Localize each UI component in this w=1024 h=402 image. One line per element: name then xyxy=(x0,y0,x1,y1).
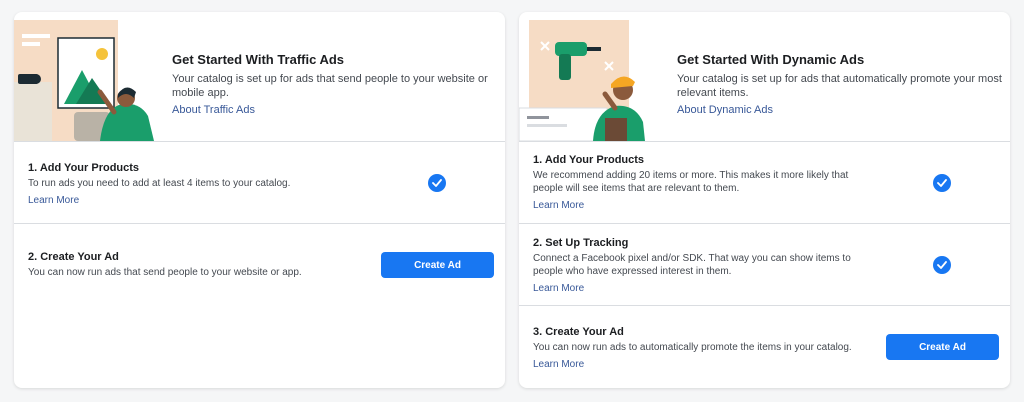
dynamic-ads-description: Your catalog is set up for ads that auto… xyxy=(677,73,1002,99)
dynamic-ads-card: Get Started With Dynamic Ads Your catalo… xyxy=(519,12,1010,388)
dynamic-ads-header: Get Started With Dynamic Ads Your catalo… xyxy=(519,12,1010,141)
dynamic-step-2-title: 2. Set Up Tracking xyxy=(533,237,629,249)
check-circle-icon xyxy=(428,174,446,192)
dynamic-step-3-description: You can now run ads to automatically pro… xyxy=(533,342,852,353)
dynamic-step-3-learn-more-link[interactable]: Learn More xyxy=(533,358,584,371)
traffic-ads-intro: Get Started With Traffic Ads Your catalo… xyxy=(172,52,502,118)
dynamic-step-create-ad: 3. Create Your Ad You can now run ads to… xyxy=(519,305,1010,388)
dynamic-ads-intro: Get Started With Dynamic Ads Your catalo… xyxy=(677,52,1007,118)
about-traffic-ads-link[interactable]: About Traffic Ads xyxy=(172,104,255,116)
traffic-create-ad-button[interactable]: Create Ad xyxy=(381,252,494,278)
dynamic-step-3-title: 3. Create Your Ad xyxy=(533,326,624,338)
traffic-ads-description: Your catalog is set up for ads that send… xyxy=(172,73,488,99)
about-dynamic-ads-link[interactable]: About Dynamic Ads xyxy=(677,104,773,116)
traffic-step-1-text: 1. Add Your Products To run ads you need… xyxy=(28,162,348,208)
traffic-ads-card: Get Started With Traffic Ads Your catalo… xyxy=(14,12,505,388)
dynamic-step-1-text: 1. Add Your Products We recommend adding… xyxy=(533,154,853,213)
traffic-ads-illustration xyxy=(14,20,154,141)
traffic-ads-header: Get Started With Traffic Ads Your catalo… xyxy=(14,12,505,141)
traffic-step-add-products: 1. Add Your Products To run ads you need… xyxy=(14,141,505,224)
check-circle-icon xyxy=(933,174,951,192)
dynamic-ads-illustration xyxy=(519,20,645,141)
dynamic-step-1-learn-more-link[interactable]: Learn More xyxy=(533,199,584,212)
traffic-step-1-title: 1. Add Your Products xyxy=(28,162,140,174)
traffic-step-1-learn-more-link[interactable]: Learn More xyxy=(28,194,79,207)
dynamic-step-add-products: 1. Add Your Products We recommend adding… xyxy=(519,141,1010,224)
dynamic-step-2-learn-more-link[interactable]: Learn More xyxy=(533,282,584,295)
check-circle-icon xyxy=(933,256,951,274)
dynamic-step-1-description: We recommend adding 20 items or more. Th… xyxy=(533,170,849,194)
dynamic-step-set-up-tracking: 2. Set Up Tracking Connect a Facebook pi… xyxy=(519,223,1010,306)
traffic-ads-title: Get Started With Traffic Ads xyxy=(172,52,345,67)
dynamic-step-2-description: Connect a Facebook pixel and/or SDK. Tha… xyxy=(533,253,851,277)
traffic-step-2-title: 2. Create Your Ad xyxy=(28,251,119,263)
dynamic-step-1-title: 1. Add Your Products xyxy=(533,154,645,166)
dynamic-step-2-text: 2. Set Up Tracking Connect a Facebook pi… xyxy=(533,237,853,296)
dynamic-step-3-text: 3. Create Your Ad You can now run ads to… xyxy=(533,326,873,372)
dynamic-create-ad-button[interactable]: Create Ad xyxy=(886,334,999,360)
traffic-step-create-ad: 2. Create Your Ad You can now run ads th… xyxy=(14,223,505,309)
traffic-step-2-description: You can now run ads that send people to … xyxy=(28,267,302,278)
traffic-step-2-text: 2. Create Your Ad You can now run ads th… xyxy=(28,251,348,279)
traffic-step-1-description: To run ads you need to add at least 4 it… xyxy=(28,178,291,189)
dynamic-ads-title: Get Started With Dynamic Ads xyxy=(677,52,865,67)
